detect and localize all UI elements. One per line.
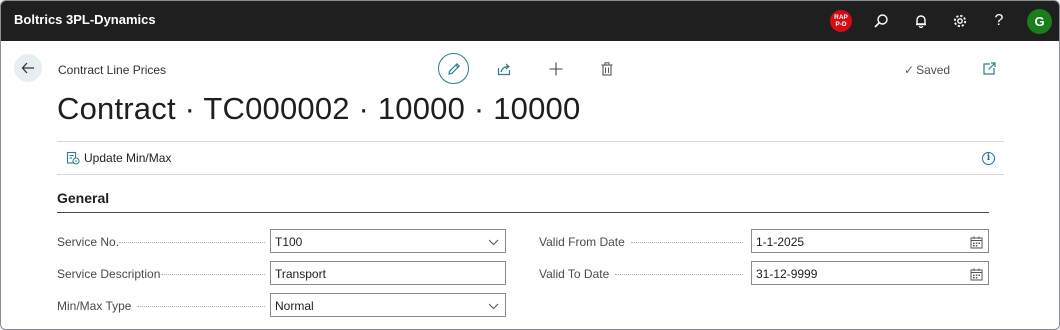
valid-to-date-row: Valid To Date 31-12-9999: [539, 261, 989, 285]
help-icon[interactable]: ?: [989, 11, 1009, 31]
action-bar: Update Min/Max i: [57, 141, 1004, 175]
pencil-icon: [447, 62, 460, 75]
app-title[interactable]: Boltrics 3PL-Dynamics: [14, 12, 156, 27]
valid-to-date-value: 31-12-9999: [756, 267, 818, 281]
save-status: ✓ Saved: [904, 63, 950, 77]
label-leader: [119, 242, 265, 243]
label-leader: [137, 306, 265, 307]
valid-to-date-label: Valid To Date: [539, 267, 610, 281]
service-description-label: Service Description: [57, 267, 161, 281]
calculate-icon: [66, 151, 80, 165]
calendar-icon[interactable]: [969, 235, 983, 249]
save-status-label: Saved: [916, 63, 951, 77]
valid-from-date-label: Valid From Date: [539, 235, 625, 249]
service-description-row: Service Description Transport: [57, 261, 506, 285]
min-max-type-label: Min/Max Type: [57, 299, 132, 313]
label-leader: [631, 242, 743, 243]
add-icon[interactable]: [546, 59, 566, 79]
update-min-max-button[interactable]: Update Min/Max: [66, 151, 171, 165]
page-caption: Contract Line Prices: [58, 63, 167, 77]
back-button[interactable]: [14, 54, 42, 82]
service-no-value: T100: [275, 235, 303, 249]
environment-badge-line2: P-D: [835, 21, 847, 28]
chevron-down-icon[interactable]: [486, 299, 500, 313]
top-navigation-bar: Boltrics 3PL-Dynamics RAP P-D ? G: [1, 1, 1059, 41]
environment-badge[interactable]: RAP P-D: [830, 10, 852, 32]
valid-from-date-field[interactable]: 1-1-2025: [751, 229, 989, 253]
section-title-general[interactable]: General: [57, 190, 109, 206]
delete-icon[interactable]: [597, 59, 617, 79]
section-divider: [57, 212, 989, 213]
share-icon[interactable]: [494, 59, 514, 79]
label-leader: [161, 274, 265, 275]
service-no-label: Service No.: [57, 235, 120, 249]
service-description-value: Transport: [275, 267, 326, 281]
service-no-row: Service No. T100: [57, 229, 506, 253]
min-max-type-row: Min/Max Type Normal: [57, 293, 506, 317]
service-description-field[interactable]: Transport: [270, 261, 506, 285]
environment-badge-line1: RAP: [834, 14, 848, 21]
page-content: Contract Line Prices ✓ Saved Contract · T…: [1, 41, 1059, 329]
open-new-window-icon[interactable]: [979, 59, 999, 79]
update-min-max-label: Update Min/Max: [84, 151, 172, 165]
bell-icon[interactable]: [911, 11, 931, 31]
avatar[interactable]: G: [1027, 9, 1052, 34]
min-max-type-value: Normal: [275, 299, 314, 313]
service-no-field[interactable]: T100: [270, 229, 506, 253]
label-leader: [615, 274, 743, 275]
checkmark-icon: ✓: [904, 63, 915, 77]
chevron-down-icon[interactable]: [486, 235, 500, 249]
valid-from-date-value: 1-1-2025: [756, 235, 805, 249]
app-window: Boltrics 3PL-Dynamics RAP P-D ? G Contra…: [0, 0, 1060, 330]
page-title: Contract · TC000002 · 10000 · 10000: [57, 91, 581, 126]
info-icon[interactable]: i: [982, 152, 995, 165]
calendar-icon[interactable]: [969, 267, 983, 281]
valid-to-date-field[interactable]: 31-12-9999: [751, 261, 989, 285]
search-icon[interactable]: [871, 11, 891, 31]
edit-button[interactable]: [438, 53, 469, 84]
arrow-left-icon: [21, 62, 34, 74]
valid-from-date-row: Valid From Date 1-1-2025: [539, 229, 989, 253]
gear-icon[interactable]: [950, 11, 970, 31]
min-max-type-field[interactable]: Normal: [270, 293, 506, 317]
